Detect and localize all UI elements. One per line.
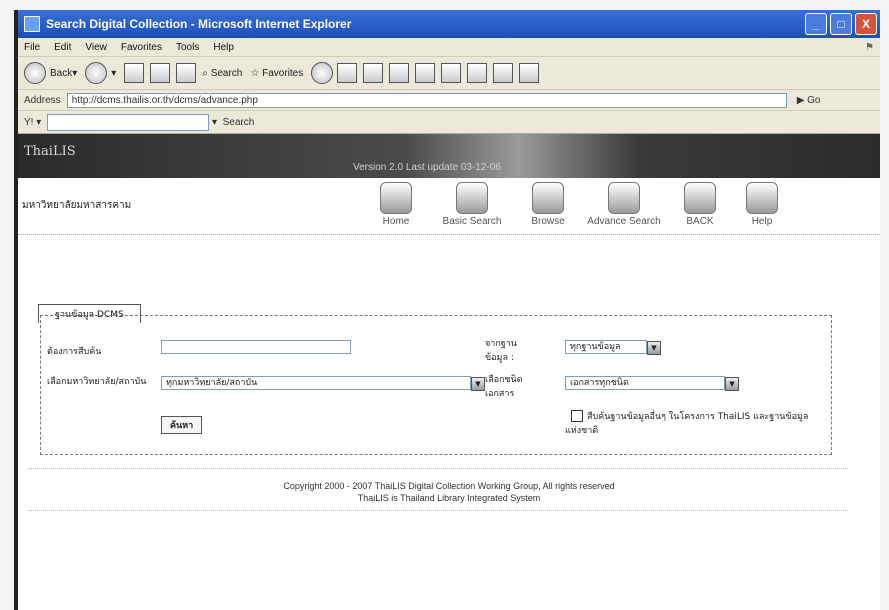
version-text: Version 2.0 Last update 03-12-06: [353, 162, 501, 173]
divider: [28, 468, 848, 469]
copyright-text: Copyright 2000 - 2007 ThaiLIS Digital Co…: [283, 481, 615, 491]
toolbar-search-dropdown[interactable]: ▾: [209, 117, 222, 128]
toolbar: Back ▾ ▾ ⌕ Search ☆ Favorites: [18, 57, 880, 90]
toolbar-search-button[interactable]: Search: [223, 117, 255, 128]
nav-advance-search[interactable]: Advance Search: [586, 182, 662, 227]
database-select[interactable]: ทุกฐานข้อมูล: [565, 340, 647, 354]
browser-window: Search Digital Collection - Microsoft In…: [14, 10, 880, 610]
back-arrow-icon: [24, 62, 46, 84]
nav-help-label: Help: [751, 216, 773, 227]
minimize-button[interactable]: _: [805, 13, 827, 35]
thailis-tagline: ThaiLIS is Thailand Library Integrated S…: [357, 493, 541, 503]
messenger-icon[interactable]: [519, 63, 540, 83]
address-bar: Address http://dcms.thailis.or.th/dcms/a…: [18, 90, 880, 111]
window-icon[interactable]: [467, 63, 488, 83]
nav-browse-label: Browse: [531, 216, 565, 227]
nav-browse[interactable]: Browse: [510, 182, 586, 227]
menu-bar: File Edit View Favorites Tools Help ⚑: [18, 38, 880, 57]
go-label: Go: [807, 94, 821, 106]
menu-tools[interactable]: Tools: [176, 42, 199, 53]
keyword-input[interactable]: [161, 340, 351, 354]
stop-icon[interactable]: [124, 63, 145, 83]
nav-basic-search[interactable]: Basic Search: [434, 182, 510, 227]
institution-select[interactable]: ทุกมหาวิทยาลัย/สถาบัน: [161, 376, 471, 390]
x-icon[interactable]: [493, 63, 514, 83]
menu-help[interactable]: Help: [213, 42, 234, 53]
back-label: Back: [50, 67, 73, 79]
keyword-label: ต้องการสืบค้น: [47, 347, 102, 357]
back-button[interactable]: Back ▾: [24, 62, 77, 84]
doctype-dropdown-icon[interactable]: ▼: [725, 377, 739, 391]
menu-edit[interactable]: Edit: [54, 42, 71, 53]
go-button[interactable]: ▶ Go: [797, 95, 821, 106]
database-dropdown-icon[interactable]: ▼: [647, 341, 661, 355]
institution-label: เลือกมหาวิทยาลัย/สถาบัน: [47, 377, 147, 387]
divider-bottom: [28, 510, 848, 511]
institution-dropdown-icon[interactable]: ▼: [471, 377, 485, 391]
window-title: Search Digital Collection - Microsoft In…: [46, 17, 352, 31]
forward-arrow-icon: [85, 62, 108, 84]
windows-flag-icon: ⚑: [865, 41, 874, 53]
forward-button[interactable]: ▾: [85, 62, 116, 84]
database-label: จากฐานข้อมูล :: [485, 339, 517, 363]
mail-icon[interactable]: [337, 63, 358, 83]
menu-file[interactable]: File: [24, 42, 40, 53]
edit-icon[interactable]: [389, 63, 410, 83]
refresh-icon[interactable]: [150, 63, 171, 83]
address-input[interactable]: http://dcms.thailis.or.th/dcms/advance.p…: [66, 92, 787, 108]
search-button[interactable]: ⌕ Search: [202, 68, 242, 79]
menu-favorites[interactable]: Favorites: [121, 42, 162, 53]
address-label: Address: [24, 94, 61, 106]
search-label: Search: [210, 67, 243, 79]
discuss-icon[interactable]: [415, 63, 436, 83]
site-banner: ThaiLIS Version 2.0 Last update 03-12-06: [18, 134, 880, 178]
search-toolbar: Y! ▾ ▾ Search: [18, 111, 880, 134]
nav-home-label: Home: [382, 216, 410, 227]
menu-view[interactable]: View: [85, 42, 107, 53]
help-icon: [746, 182, 778, 214]
other-db-label: สืบค้นฐานข้อมูลอื่นๆ ในโครงการ ThaiLIS แ…: [565, 412, 809, 436]
advanced-search-form: ต้องการสืบค้น จากฐานข้อมูล : ทุกฐานข้อมู…: [40, 315, 832, 455]
thailis-logo: ThaiLIS: [24, 144, 76, 159]
nav-back-label: BACK: [686, 216, 714, 227]
star-icon: ☆: [250, 67, 260, 79]
nav-basic-label: Basic Search: [442, 216, 502, 227]
print-icon[interactable]: [363, 63, 384, 83]
site-nav: มหาวิทยาลัยมหาสารคาม Home Basic Search B…: [18, 178, 880, 235]
browse-icon: [532, 182, 564, 214]
nav-home[interactable]: Home: [358, 182, 434, 227]
nav-advance-label: Advance Search: [587, 216, 661, 227]
home-icon: [380, 182, 412, 214]
footer: Copyright 2000 - 2007 ThaiLIS Digital Co…: [18, 480, 880, 504]
close-button[interactable]: X: [855, 13, 877, 35]
search-icon: ⌕: [202, 67, 208, 79]
nav-back[interactable]: BACK: [662, 182, 738, 227]
search-submit-button[interactable]: ค้นหา: [161, 416, 203, 434]
back-arrow-icon: [684, 182, 716, 214]
home-icon[interactable]: [176, 63, 197, 83]
doctype-label: เลือกชนิดเอกสาร: [485, 375, 523, 399]
advance-search-icon: [608, 182, 640, 214]
yahoo-icon[interactable]: Y! ▾: [24, 117, 41, 128]
history-icon[interactable]: [311, 62, 334, 84]
nav-help[interactable]: Help: [738, 182, 786, 227]
university-name: มหาวิทยาลัยมหาสารคาม: [22, 200, 132, 211]
nav-icons: Home Basic Search Browse Advance Search …: [358, 182, 786, 227]
favorites-button[interactable]: ☆ Favorites: [250, 68, 303, 79]
toolbar-search-input[interactable]: [47, 113, 210, 131]
basic-search-icon: [456, 182, 488, 214]
k-icon[interactable]: [441, 63, 462, 83]
ie-icon: [24, 16, 40, 32]
favorites-label: Favorites: [262, 67, 304, 79]
doctype-select[interactable]: เอกสารทุกชนิด: [565, 376, 725, 390]
maximize-button[interactable]: □: [830, 13, 852, 35]
title-bar: Search Digital Collection - Microsoft In…: [18, 10, 880, 38]
